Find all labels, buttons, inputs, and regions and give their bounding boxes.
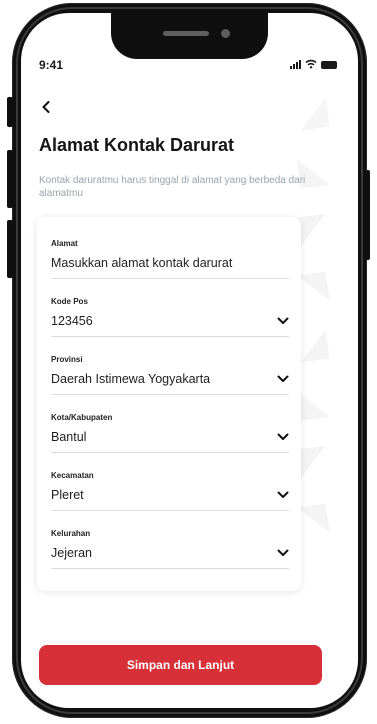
field-label: Kode Pos (51, 297, 88, 306)
field-alamat[interactable]: Alamat Masukkan alamat kontak darurat (51, 239, 289, 279)
signal-icon (290, 60, 301, 69)
wifi-icon (305, 59, 317, 69)
save-and-continue-button[interactable]: Simpan dan Lanjut (39, 645, 322, 685)
chevron-down-icon (277, 549, 289, 556)
kecamatan-select[interactable]: Pleret (51, 488, 289, 511)
notch (111, 13, 268, 59)
field-kota-kabupaten[interactable]: Kota/Kabupaten Bantul (51, 413, 289, 453)
chevron-down-icon (277, 491, 289, 498)
field-kode-pos[interactable]: Kode Pos 123456 (51, 297, 289, 337)
field-kecamatan[interactable]: Kecamatan Pleret (51, 471, 289, 511)
field-label: Alamat (51, 239, 78, 248)
field-value: Pleret (51, 488, 84, 502)
field-label: Provinsi (51, 355, 83, 364)
field-label: Kecamatan (51, 471, 94, 480)
status-icons (290, 59, 337, 69)
field-value: Jejeran (51, 546, 92, 560)
kota-kabupaten-select[interactable]: Bantul (51, 430, 289, 453)
speaker-grille (163, 31, 209, 36)
provinsi-select[interactable]: Daerah Istimewa Yogyakarta (51, 372, 289, 395)
volume-up-button (7, 150, 13, 208)
chevron-left-icon (42, 101, 50, 113)
battery-icon (321, 61, 337, 69)
field-value: Daerah Istimewa Yogyakarta (51, 372, 211, 386)
field-value: 123456 (51, 314, 93, 328)
alamat-input[interactable]: Masukkan alamat kontak darurat (51, 256, 289, 279)
field-kelurahan[interactable]: Kelurahan Jejeran (51, 529, 289, 569)
mute-switch (7, 97, 13, 127)
chevron-down-icon (277, 317, 289, 324)
front-camera (221, 29, 230, 38)
status-time: 9:41 (39, 58, 64, 72)
page-subtitle: Kontak daruratmu harus tinggal di alamat… (39, 175, 306, 199)
kode-pos-select[interactable]: 123456 (51, 314, 289, 337)
page-title: Alamat Kontak Darurat (39, 135, 235, 155)
chevron-down-icon (277, 433, 289, 440)
back-button[interactable] (35, 96, 57, 118)
chevron-down-icon (277, 375, 289, 382)
field-label: Kelurahan (51, 529, 91, 538)
field-value: Masukkan alamat kontak darurat (51, 256, 233, 270)
field-label: Kota/Kabupaten (51, 413, 113, 422)
address-form-card: Alamat Masukkan alamat kontak darurat Ko… (37, 217, 301, 591)
volume-down-button (7, 220, 13, 278)
field-provinsi[interactable]: Provinsi Daerah Istimewa Yogyakarta (51, 355, 289, 395)
power-button (364, 170, 370, 260)
field-value: Bantul (51, 430, 87, 444)
kelurahan-select[interactable]: Jejeran (51, 546, 289, 569)
